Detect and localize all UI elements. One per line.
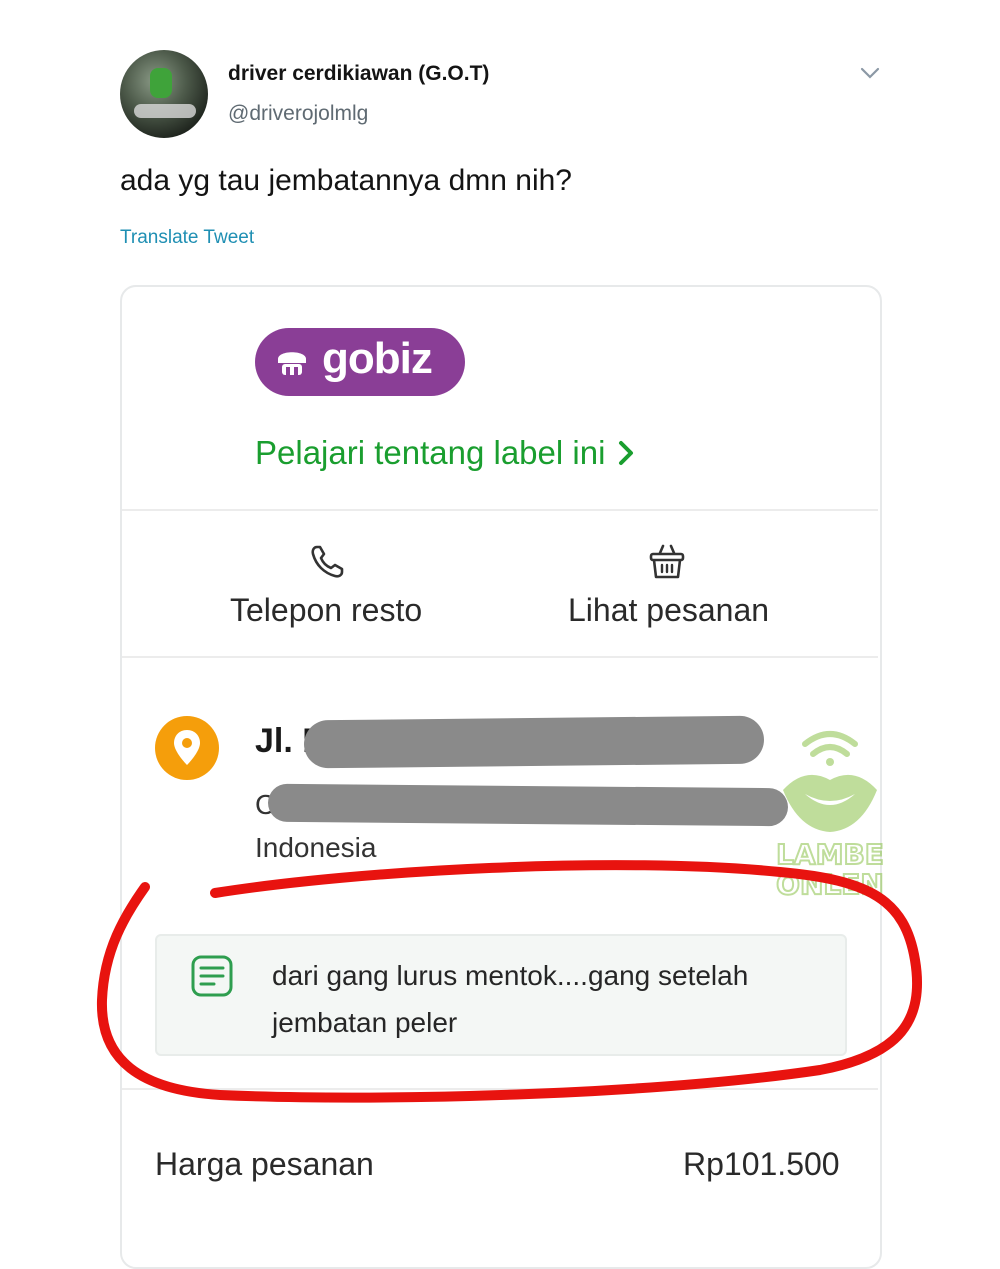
call-resto-button[interactable]: Telepon resto <box>190 530 480 640</box>
divider <box>122 656 878 658</box>
author-name[interactable]: driver cerdikiawan (G.O.T) <box>228 62 489 86</box>
chevron-right-icon[interactable] <box>614 436 638 470</box>
watermark-line-2: ONLEN <box>776 868 884 901</box>
order-price-value: Rp101.500 <box>683 1146 840 1182</box>
view-order-button[interactable]: Lihat pesanan <box>540 530 810 640</box>
location-pin-icon <box>174 730 200 765</box>
learn-label-link[interactable]: Pelajari tentang label ini <box>255 434 605 472</box>
gobiz-logo-icon <box>278 352 306 375</box>
tweet-text: ada yg tau jembatannya dmn nih? <box>120 164 572 197</box>
redaction-scribble <box>267 783 789 827</box>
divider <box>122 509 878 511</box>
author-handle[interactable]: @driverojolmlg <box>228 102 368 126</box>
watermark-line-1: LAMBE <box>776 838 884 871</box>
avatar[interactable] <box>120 50 208 138</box>
order-note-text: dari gang lurus mentok....gang setelah j… <box>272 960 749 1038</box>
redaction-scribble <box>303 715 765 769</box>
order-price-label: Harga pesanan <box>155 1146 374 1182</box>
gobiz-label: gobiz <box>322 334 433 383</box>
address-line-3: Indonesia <box>255 832 377 863</box>
view-order-label: Lihat pesanan <box>568 592 770 628</box>
call-resto-label: Telepon resto <box>230 592 423 628</box>
chevron-down-icon[interactable] <box>858 64 882 82</box>
divider <box>122 1088 878 1090</box>
lambe-onlen-watermark: LAMBE ONLEN <box>775 731 885 902</box>
note-icon <box>191 955 233 997</box>
phone-icon <box>311 545 344 578</box>
basket-icon <box>649 544 685 579</box>
translate-tweet-link[interactable]: Translate Tweet <box>120 227 254 249</box>
